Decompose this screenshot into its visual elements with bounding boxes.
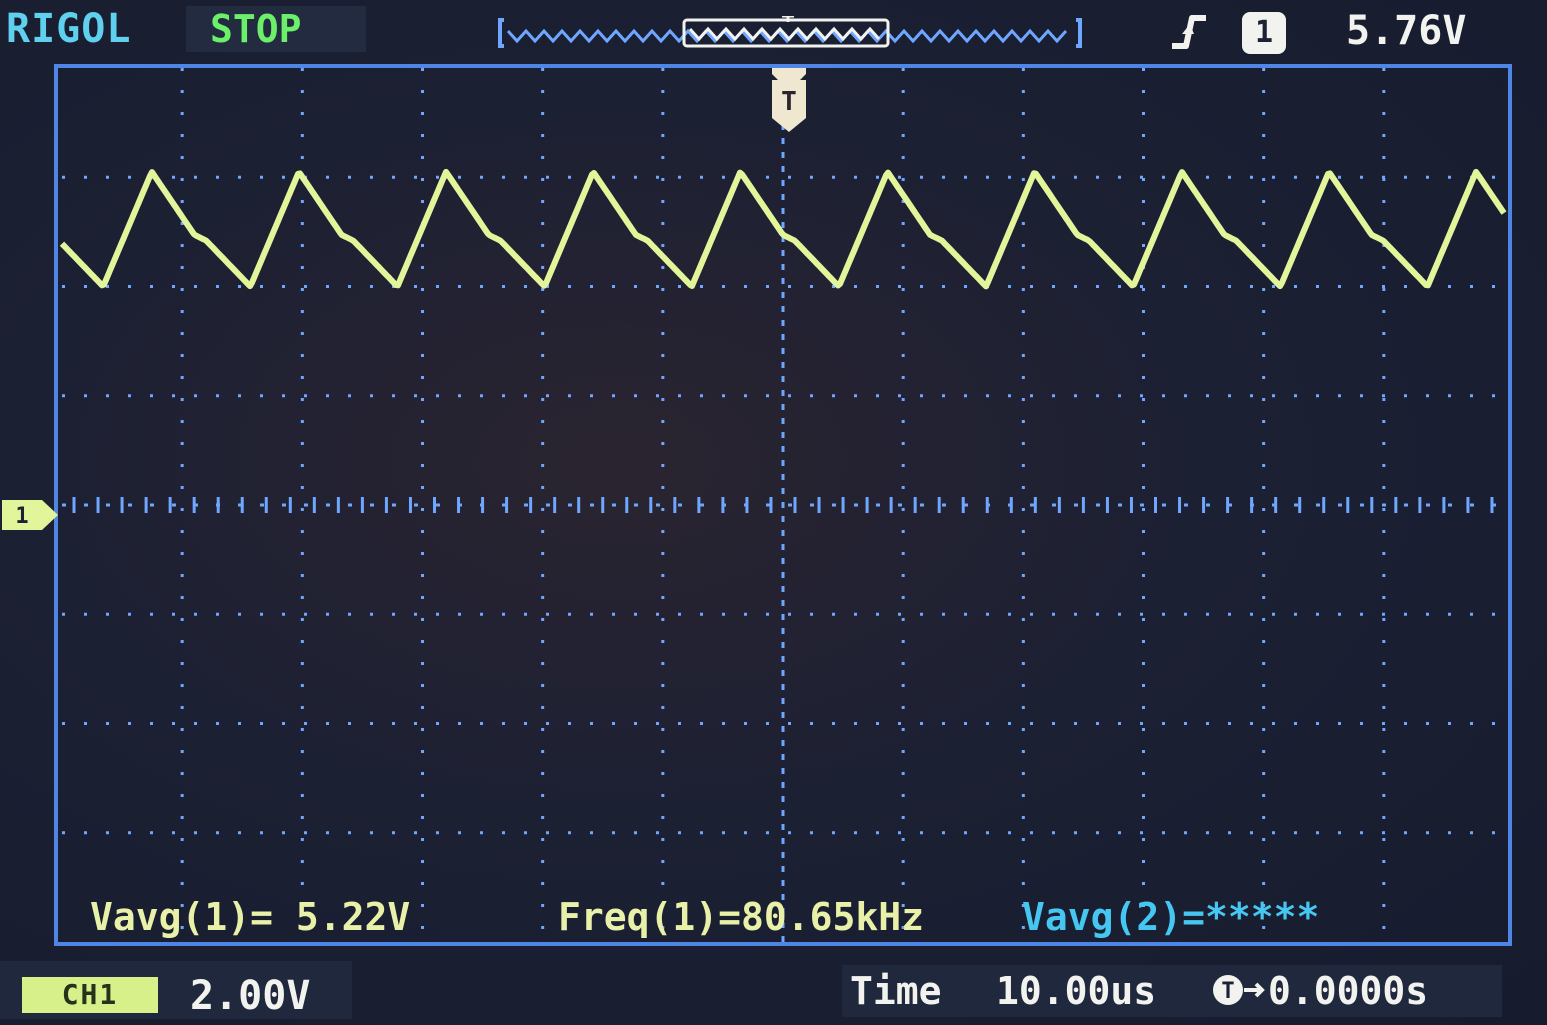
- timebase-value: 10.00us: [996, 969, 1157, 1013]
- ch1-tag: CH1: [22, 977, 158, 1013]
- trigger-settings[interactable]: 1 5.76V: [1140, 4, 1540, 56]
- memory-bar-bracket-right: [1076, 18, 1082, 48]
- rising-edge-icon: [1172, 15, 1206, 49]
- brand-logo: RIGOL: [6, 6, 132, 52]
- trigger-position-marker-label: T: [781, 87, 797, 117]
- ch1-offset-marker[interactable]: 1: [2, 500, 58, 530]
- run-stop-status[interactable]: STOP: [186, 6, 366, 52]
- ch1-offset-marker-label: 1: [15, 504, 28, 529]
- graticule-frame: [54, 64, 1512, 946]
- trigger-offset-value: 0.0000s: [1268, 969, 1429, 1013]
- oscilloscope-screen: RIGOL STOP 1 5.76V 1 T Vavg(1)= 5.22V Fr…: [0, 0, 1547, 1025]
- top-status-bar: RIGOL STOP 1 5.76V: [0, 0, 1547, 60]
- trigger-offset-icon: T: [1213, 975, 1265, 1005]
- measurement-freq-ch1: Freq(1)=80.65kHz: [558, 895, 925, 939]
- trigger-source-badge: 1: [1242, 12, 1286, 54]
- ch1-volts-per-div: 2.00V: [190, 973, 311, 1019]
- measurement-vavg-ch1: Vavg(1)= 5.22V: [90, 895, 411, 939]
- trigger-offset: T 0.0000s: [1212, 965, 1428, 1017]
- timebase-label: Time: [850, 969, 942, 1013]
- trigger-level: 5.76V: [1346, 8, 1467, 54]
- trigger-position-marker[interactable]: T: [766, 66, 812, 134]
- memory-bar-bracket-left: [498, 18, 504, 48]
- svg-text:T: T: [1221, 979, 1234, 1004]
- memory-depth-bar[interactable]: [498, 16, 1082, 50]
- measurement-vavg-ch2: Vavg(2)=*****: [1022, 895, 1320, 939]
- bottom-status-bar: CH1 2.00V Time 10.00us T 0.0000s: [0, 955, 1547, 1025]
